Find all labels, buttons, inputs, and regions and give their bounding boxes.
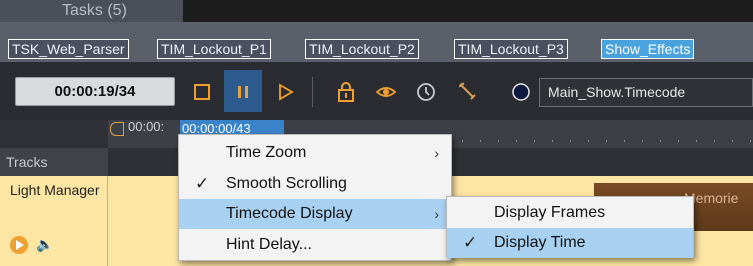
dark-circle-icon	[512, 83, 530, 101]
tab-tim-lockout-p1[interactable]: TIM_Lockout_P1	[157, 39, 271, 59]
tracks-header: Tracks	[0, 148, 108, 176]
toolbar-divider	[312, 77, 313, 107]
menu-item-label: Display Time	[494, 234, 586, 251]
track-name: Light Manager	[10, 182, 100, 198]
menu-item-time-zoom[interactable]: Time Zoom ›	[179, 138, 451, 168]
lock-button[interactable]	[333, 74, 359, 110]
timecode-source-field[interactable]: Main_Show.Timecode	[539, 78, 753, 107]
menu-item-label: Timecode Display	[226, 205, 353, 222]
eye-icon	[375, 87, 397, 97]
eye-button[interactable]	[372, 74, 400, 110]
menu-item-label: Hint Delay...	[226, 236, 312, 253]
tab-tim-lockout-p3[interactable]: TIM_Lockout_P3	[454, 39, 568, 59]
history-button[interactable]	[412, 74, 440, 110]
timecode-display: 00:00:19/34	[15, 77, 175, 106]
ruler-start-time: 00:00:	[128, 119, 165, 134]
checkmark-icon: ✓	[195, 174, 210, 193]
header-spacer	[183, 0, 753, 22]
menu-item-hint-delay[interactable]: Hint Delay...	[179, 230, 451, 260]
status-button[interactable]	[508, 74, 534, 110]
speaker-icon[interactable]: 🔈	[36, 236, 53, 253]
tab-show-effects[interactable]: Show_Effects	[601, 39, 695, 59]
play-icon	[16, 240, 24, 250]
pause-button[interactable]	[228, 74, 258, 110]
pause-icon	[238, 86, 248, 98]
tasks-header: Tasks (5)	[0, 0, 183, 22]
wrench-icon	[459, 82, 476, 100]
tab-tim-lockout-p2[interactable]: TIM_Lockout_P2	[305, 39, 419, 59]
menu-item-display-time[interactable]: ✓ Display Time	[447, 228, 693, 258]
history-icon	[417, 83, 435, 101]
timecode-display-submenu: Display Frames ✓ Display Time	[446, 196, 694, 258]
chevron-right-icon: ›	[434, 145, 439, 161]
stop-icon	[194, 84, 210, 100]
chevron-right-icon: ›	[434, 206, 439, 222]
menu-item-display-frames[interactable]: Display Frames	[447, 198, 693, 228]
play-button[interactable]	[273, 74, 297, 110]
stop-button[interactable]	[190, 74, 214, 110]
lock-icon	[338, 82, 354, 102]
wrench-button[interactable]	[454, 74, 482, 110]
menu-item-label: Time Zoom	[226, 144, 307, 161]
menu-item-label: Display Frames	[494, 204, 606, 221]
menu-item-timecode-display[interactable]: Timecode Display ›	[179, 199, 451, 229]
start-marker-icon	[110, 122, 124, 136]
menu-item-smooth-scrolling[interactable]: ✓ Smooth Scrolling	[179, 169, 451, 199]
tab-tsk-web-parser[interactable]: TSK_Web_Parser	[8, 39, 129, 59]
play-icon	[279, 83, 294, 101]
menu-item-label: Smooth Scrolling	[226, 175, 347, 192]
ruler-left-pane	[0, 120, 108, 148]
context-menu: Time Zoom › ✓ Smooth Scrolling Timecode …	[178, 134, 452, 261]
checkmark-icon: ✓	[463, 233, 478, 252]
